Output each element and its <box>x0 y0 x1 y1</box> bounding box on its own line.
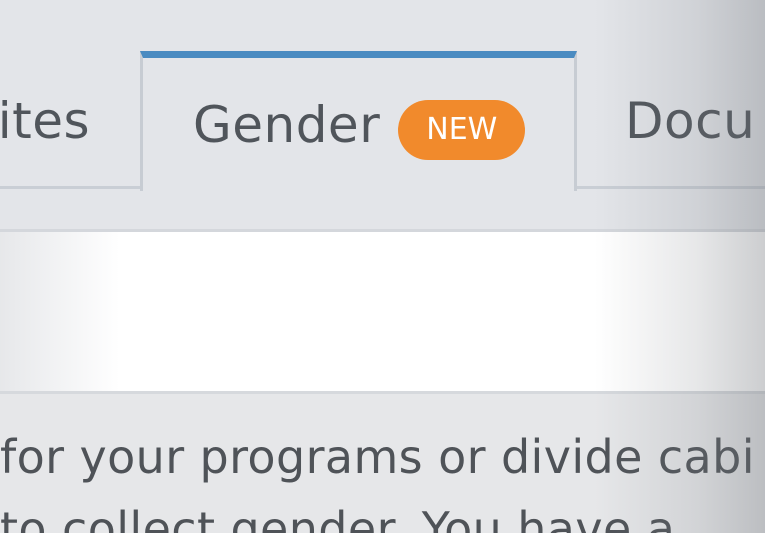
tab-gender[interactable]: Gender NEW <box>140 51 577 191</box>
tab-documents[interactable]: Docu <box>577 55 765 189</box>
content-panel <box>0 232 765 392</box>
description-line-2: to collect gender. You have a <box>0 502 676 533</box>
new-badge: NEW <box>398 99 526 160</box>
tab-gender-label: Gender <box>193 95 381 154</box>
app-stage: Sites Gender NEW Docu for your programs … <box>0 0 765 533</box>
tab-strip: Sites Gender NEW Docu <box>0 0 765 232</box>
tab-documents-label: Docu <box>625 91 756 150</box>
tab-sites[interactable]: Sites <box>0 55 140 189</box>
description-line-1: for your programs or divide cabi <box>0 430 755 484</box>
description-area: for your programs or divide cabi to coll… <box>0 394 765 533</box>
tab-sites-label: Sites <box>0 91 90 150</box>
